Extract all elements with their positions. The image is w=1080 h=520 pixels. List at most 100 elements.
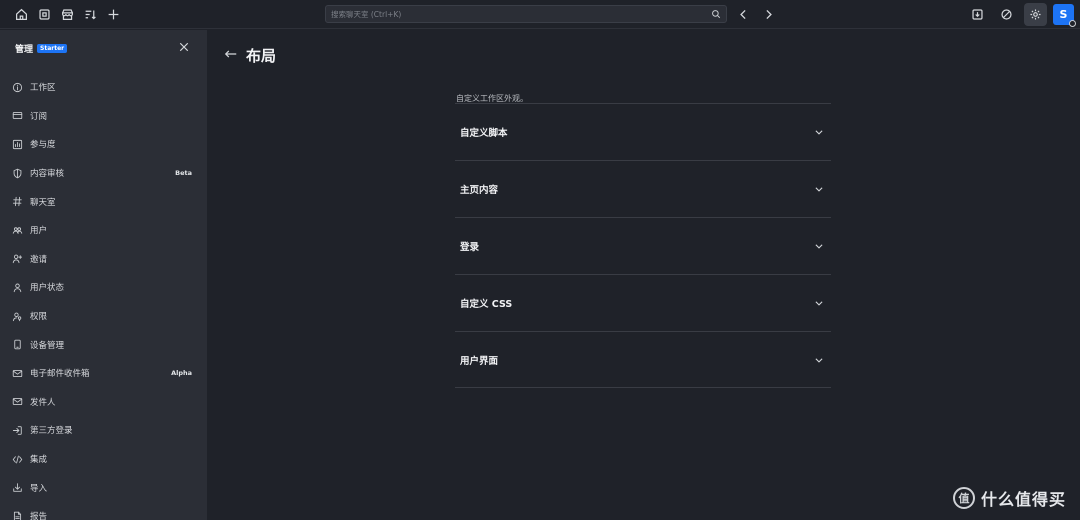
chevron-down-icon [815,130,823,135]
sidebar-item-10[interactable]: 电子邮件收件箱 Alpha [0,359,207,388]
avatar-letter: S [1059,8,1068,21]
sidebar-item-label: 导入 [30,483,48,494]
accordion-section-0[interactable]: 自定义脚本 [455,103,831,160]
sidebar-item-label: 用户状态 [30,283,65,294]
sidebar-item-15[interactable]: 报告 [0,502,207,520]
history-forward-button[interactable] [757,3,780,26]
sidebar-item-13[interactable]: 集成 [0,445,207,474]
accordion-section-2[interactable]: 登录 [455,217,831,274]
accordion-label: 主页内容 [460,185,499,196]
sidebar-item-label: 报告 [30,512,48,520]
plan-badge: Starter [37,43,68,53]
shield-icon [12,168,23,179]
directory-button[interactable] [33,3,56,26]
plus-icon [108,9,119,19]
sidebar-item-4[interactable]: 聊天室 [0,187,207,216]
bar-chart-icon [12,139,23,150]
sidebar-item-5[interactable]: 用户 [0,216,207,245]
sidebar-item-label: 电子邮件收件箱 [30,369,90,380]
sidebar-item-label: 用户 [30,226,48,237]
user-plus-icon [12,253,23,264]
back-arrow-icon[interactable] [224,47,238,61]
accordion-section-4[interactable]: 用户界面 [455,331,831,388]
home-icon [16,8,27,20]
chevron-down-icon [815,187,823,192]
sidebar-item-label: 订阅 [30,111,48,122]
sidebar-item-label: 集成 [30,455,48,466]
status-indicator [1069,20,1076,27]
gear-icon [1030,9,1041,20]
file-icon [12,511,23,520]
search-bar[interactable] [325,5,727,23]
sidebar-item-label: 第三方登录 [30,426,73,437]
sidebar-item-6[interactable]: 邀请 [0,245,207,274]
mail-icon [12,396,23,407]
sidebar-item-label: 权限 [30,312,48,323]
accordion-section-3[interactable]: 自定义 CSS [455,274,831,331]
marketplace-button[interactable] [56,3,79,26]
sidebar-item-label: 设备管理 [30,340,65,351]
login-icon [12,425,23,436]
close-icon[interactable] [178,41,190,53]
sidebar-item-label: 聊天室 [30,197,56,208]
main-content: 布局 自定义工作区外观。 自定义脚本 主页内容 登录 自定义 CSS 用户界面 值 什么… [207,30,1080,520]
feature-tag: Beta [175,169,192,178]
page-title: 布局 [246,47,277,65]
layout-sections: 自定义脚本主页内容登录自定义 CSS 用户界面 [455,103,831,388]
administration-button[interactable] [1024,3,1047,26]
accordion-label: 自定义 CSS [460,299,513,310]
sidebar-title: 管理 [15,44,34,55]
sort-icon [85,9,96,19]
admin-sidebar: 管理 Starter 工作区订阅参与度内容审核 Beta 聊天室用户邀请用户状态权限… [0,30,207,520]
sidebar-header: 管理 Starter [0,30,207,66]
download-box-icon [972,9,983,20]
chevron-down-icon [815,301,823,306]
team-icon [12,225,23,236]
sidebar-item-2[interactable]: 参与度 [0,130,207,159]
sidebar-item-1[interactable]: 订阅 [0,102,207,131]
accordion-section-1[interactable]: 主页内容 [455,160,831,217]
sidebar-item-8[interactable]: 权限 [0,302,207,331]
sidebar-item-7[interactable]: 用户状态 [0,273,207,302]
sidebar-item-12[interactable]: 第三方登录 [0,416,207,445]
chevron-down-icon [815,357,823,363]
sort-button[interactable] [79,3,102,26]
edit-status-button[interactable] [995,3,1018,26]
sidebar-item-label: 工作区 [30,83,56,94]
pencil-off-icon [1001,9,1012,20]
sidebar-item-9[interactable]: 设备管理 [0,330,207,359]
store-icon [62,8,73,20]
info-icon [12,82,23,93]
sidebar-item-14[interactable]: 导入 [0,473,207,502]
sidebar-item-label: 邀请 [30,254,48,265]
sidebar-item-label: 参与度 [30,140,56,151]
home-button[interactable] [10,3,33,26]
chevron-left-icon [740,9,746,20]
user-avatar[interactable]: S [1053,4,1076,27]
top-bar: S [0,0,1080,29]
mobile-icon [12,339,23,350]
history-back-button[interactable] [732,3,755,26]
accordion-label: 用户界面 [460,355,499,367]
watermark-logo: 值 [952,487,975,509]
create-new-button[interactable] [102,3,125,26]
sidebar-nav: 工作区订阅参与度内容审核 Beta 聊天室用户邀请用户状态权限设备管理电子邮件收件箱… [0,73,207,520]
directory-icon [39,8,50,20]
download-icon [12,482,23,493]
card-icon [12,110,23,121]
accordion-label: 自定义脚本 [460,128,508,139]
chevron-down-icon [815,244,823,249]
search-input[interactable] [331,9,711,19]
search-icon[interactable] [711,9,721,19]
sidebar-item-0[interactable]: 工作区 [0,73,207,102]
hashtag-icon [12,196,23,207]
sidebar-item-11[interactable]: 发件人 [0,388,207,417]
sidebar-item-3[interactable]: 内容审核 Beta [0,159,207,188]
mail-icon [12,368,23,379]
code-icon [12,454,23,465]
accordion-label: 登录 [460,242,480,253]
download-app-button[interactable] [966,3,989,26]
feature-tag: Alpha [171,369,192,378]
watermark: 值 什么值得买 [952,486,1066,510]
watermark-text: 什么值得买 [980,490,1066,509]
